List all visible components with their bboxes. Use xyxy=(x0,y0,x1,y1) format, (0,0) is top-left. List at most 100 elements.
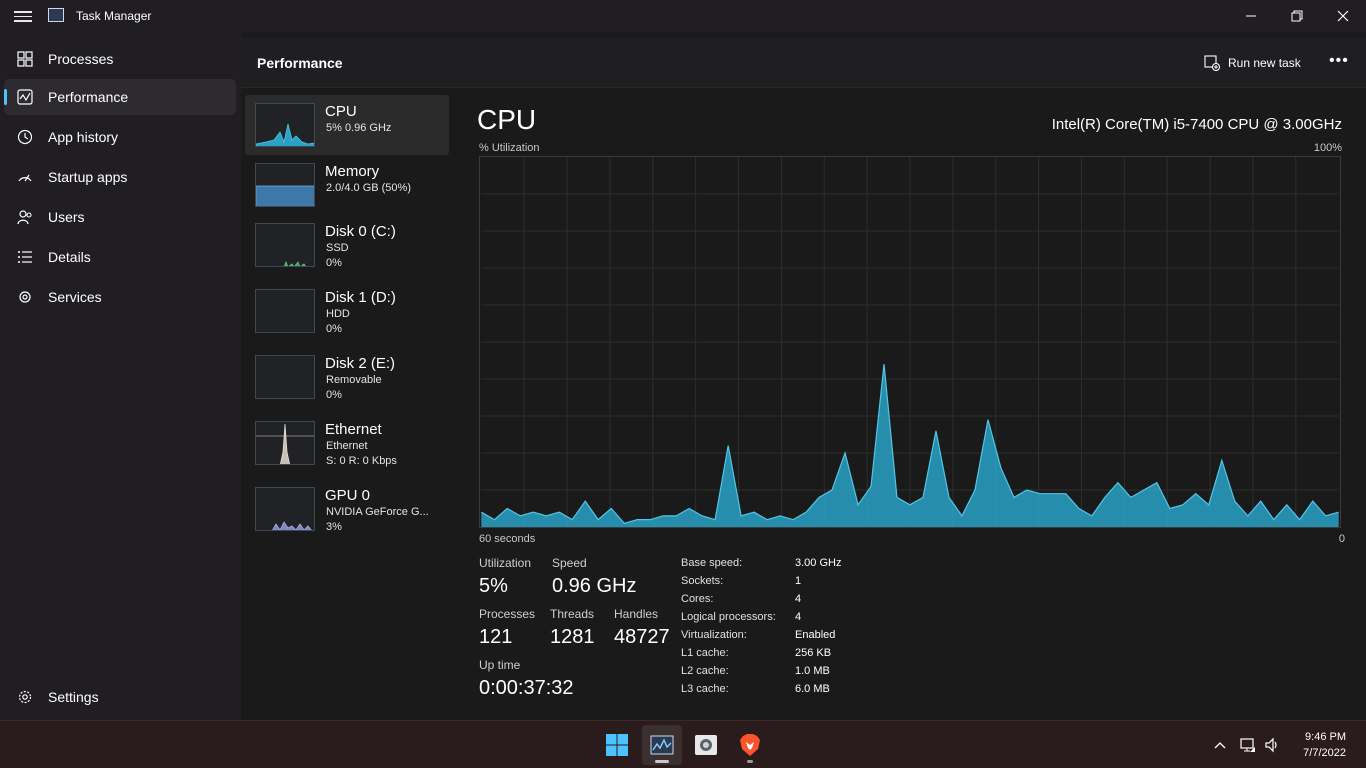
speed-label: Speed xyxy=(552,556,587,570)
device-name: Ethernet xyxy=(325,421,382,438)
disk0-thumbnail-graph xyxy=(255,223,315,267)
device-gpu-0[interactable]: GPU 0 NVIDIA GeForce G... 3% xyxy=(245,479,449,539)
spec-value: 4 xyxy=(795,611,802,623)
taskbar-app-2[interactable] xyxy=(686,725,726,765)
details-icon xyxy=(16,248,34,266)
taskbar-task-manager[interactable] xyxy=(642,725,682,765)
start-button[interactable] xyxy=(597,725,637,765)
spec-label: L1 cache: xyxy=(681,647,729,659)
active-app-indicator xyxy=(655,760,669,763)
show-hidden-icons-button[interactable] xyxy=(1212,737,1228,753)
sidebar-item-services[interactable]: Services xyxy=(4,279,236,315)
users-icon xyxy=(16,208,34,226)
processes-value: 121 xyxy=(479,626,513,648)
sidebar-item-label: Processes xyxy=(48,51,114,67)
device-disk-0[interactable]: Disk 0 (C:) SSD 0% xyxy=(245,215,449,275)
device-usage: S: 0 R: 0 Kbps xyxy=(326,455,397,467)
device-name: Disk 1 (D:) xyxy=(325,289,396,306)
page-header: Performance Run new task ••• xyxy=(241,38,1366,88)
spec-label: Logical processors: xyxy=(681,611,776,623)
running-app-indicator xyxy=(747,760,753,763)
device-memory[interactable]: Memory 2.0/4.0 GB (50%) xyxy=(245,155,449,215)
sidebar-item-details[interactable]: Details xyxy=(4,239,236,275)
sidebar-item-label: App history xyxy=(48,129,119,145)
app-thumbnail-icon xyxy=(695,735,717,755)
device-name: GPU 0 xyxy=(325,487,371,504)
restore-icon xyxy=(1291,10,1303,22)
taskbar-clock-time[interactable]: 9:46 PM xyxy=(1305,731,1346,743)
spec-label: Cores: xyxy=(681,593,714,605)
menu-icon[interactable] xyxy=(14,8,32,24)
gpu-thumbnail-graph xyxy=(255,487,315,531)
spec-label: L3 cache: xyxy=(681,683,729,695)
cpu-thumbnail-graph xyxy=(255,103,315,147)
threads-label: Threads xyxy=(550,607,595,621)
device-detail: Ethernet xyxy=(326,440,368,452)
volume-tray-icon[interactable] xyxy=(1264,737,1280,753)
device-usage: 0% xyxy=(326,257,342,269)
gear-icon xyxy=(16,688,34,706)
windows-start-icon xyxy=(606,734,628,756)
close-button[interactable] xyxy=(1320,0,1366,32)
run-new-task-label: Run new task xyxy=(1228,56,1301,70)
device-detail: 5% 0.96 GHz xyxy=(326,122,392,134)
cpu-model: Intel(R) Core(TM) i5-7400 CPU @ 3.00GHz xyxy=(1051,116,1342,133)
sidebar-item-label: Details xyxy=(48,249,91,265)
device-detail: Removable xyxy=(326,374,382,386)
run-new-task-button[interactable]: Run new task xyxy=(1204,53,1301,73)
taskbar: 9:46 PM 7/7/2022 xyxy=(0,720,1366,768)
minimize-button[interactable] xyxy=(1228,0,1274,32)
handles-value: 48727 xyxy=(614,626,670,648)
disk2-thumbnail-graph xyxy=(255,355,315,399)
device-usage: 3% xyxy=(326,521,342,533)
sidebar-item-app-history[interactable]: App history xyxy=(4,119,236,155)
task-manager-app-icon xyxy=(48,8,64,22)
speaker-icon xyxy=(1265,737,1277,753)
sidebar-item-startup-apps[interactable]: Startup apps xyxy=(4,159,236,195)
sidebar-item-performance[interactable]: Performance xyxy=(4,79,236,115)
window-title: Task Manager xyxy=(76,9,152,23)
sidebar-item-label: Performance xyxy=(48,89,129,105)
services-icon xyxy=(16,288,34,306)
utilization-axis-label: % Utilization xyxy=(479,142,540,154)
chevron-up-icon xyxy=(1214,742,1226,749)
device-detail: 2.0/4.0 GB (50%) xyxy=(326,182,411,194)
min-axis-label: 0 xyxy=(1338,533,1345,545)
spec-value: 1.0 MB xyxy=(795,665,830,677)
device-disk-1[interactable]: Disk 1 (D:) HDD 0% xyxy=(245,281,449,341)
device-name: Memory xyxy=(325,163,380,180)
performance-icon xyxy=(16,88,34,106)
minimize-icon xyxy=(1246,15,1256,17)
device-cpu[interactable]: CPU 5% 0.96 GHz xyxy=(245,95,449,155)
network-tray-icon[interactable] xyxy=(1240,737,1256,753)
sidebar-item-processes[interactable]: Processes xyxy=(4,41,236,77)
taskbar-brave-browser[interactable] xyxy=(730,725,770,765)
time-axis-label: 60 seconds xyxy=(479,533,536,545)
sidebar-item-settings[interactable]: Settings xyxy=(4,679,236,715)
spec-label: L2 cache: xyxy=(681,665,729,677)
sidebar-item-users[interactable]: Users xyxy=(4,199,236,235)
processes-label: Processes xyxy=(479,607,536,621)
sidebar-item-label: Settings xyxy=(48,689,99,705)
spec-value: 6.0 MB xyxy=(795,683,830,695)
spec-label: Base speed: xyxy=(681,557,743,569)
spec-label: Sockets: xyxy=(681,575,724,587)
spec-label: Virtualization: xyxy=(681,629,747,641)
cpu-utilization-graph xyxy=(479,156,1341,528)
restore-button[interactable] xyxy=(1274,0,1320,32)
max-axis-label: 100% xyxy=(1313,142,1342,154)
threads-value: 1281 xyxy=(550,626,595,648)
app-history-icon xyxy=(16,128,34,146)
network-icon xyxy=(1240,738,1255,752)
device-name: Disk 0 (C:) xyxy=(325,223,396,240)
taskbar-clock-date[interactable]: 7/7/2022 xyxy=(1303,747,1346,759)
cpu-title: CPU xyxy=(477,104,537,135)
more-icon: ••• xyxy=(1329,52,1349,69)
device-detail: HDD xyxy=(326,308,350,320)
spec-value: 1 xyxy=(795,575,802,587)
device-ethernet[interactable]: Ethernet Ethernet S: 0 R: 0 Kbps xyxy=(245,413,449,473)
more-options-button[interactable]: ••• xyxy=(1329,52,1349,70)
device-usage: 0% xyxy=(326,389,342,401)
device-disk-2[interactable]: Disk 2 (E:) Removable 0% xyxy=(245,347,449,407)
utilization-label: Utilization xyxy=(479,556,532,570)
